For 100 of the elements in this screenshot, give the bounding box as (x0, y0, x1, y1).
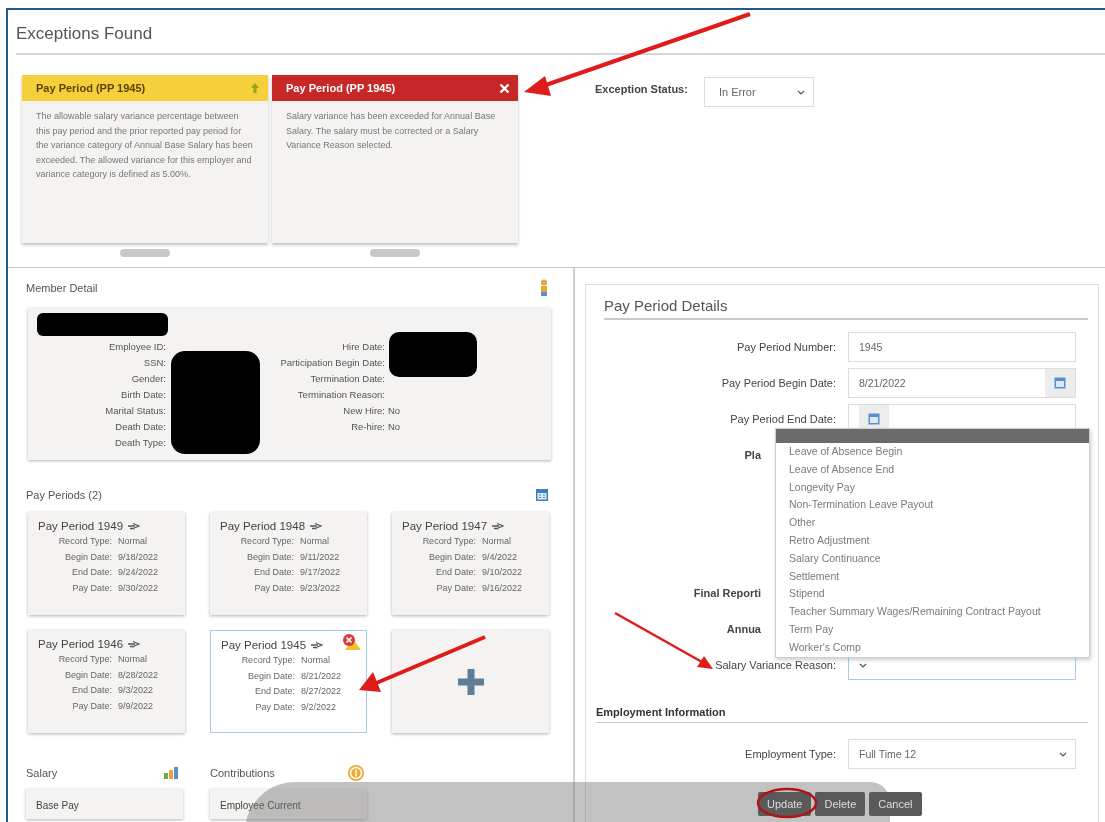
text-field[interactable]: 1945 (848, 332, 1076, 362)
field-label: Re-hire: (350, 421, 385, 434)
card-title: Pay Period 1948 (220, 520, 306, 532)
pay-period-card[interactable]: Pay Period 1948 Record Type: Normal Begin Date: 9/11/2022 End Date: 9/17/2022 Pay Date: 9/23/2022 (210, 512, 367, 615)
dropdown-option[interactable]: Retro Adjustment (776, 532, 1089, 550)
panel-title: Contributions (210, 767, 275, 779)
field-value: 9/2/2022 (301, 700, 337, 714)
pay-period-card[interactable]: Pay Period 1945 Record Type: Normal Begin Date: 8/21/2022 End Date: 8/27/2022 Pay Date: 9/2/2022 (210, 630, 367, 733)
caret-icon (1059, 751, 1067, 757)
dropdown-option[interactable]: Longevity Pay (776, 478, 1089, 497)
add-icon[interactable] (455, 666, 486, 697)
dropdown-option[interactable]: Term Pay (776, 620, 1089, 639)
panel-title: Salary (26, 767, 58, 779)
status-select[interactable]: In Error (703, 77, 814, 107)
field-label: Gender: (130, 373, 166, 386)
field-value: Normal (482, 535, 511, 548)
field-label: End Date: (252, 566, 295, 579)
field-label: Begin Date: (246, 669, 296, 683)
field-label: Pay Date: (71, 581, 113, 595)
card-title: Pay Period 1945 (221, 639, 307, 651)
field-label: Record Type: (240, 654, 296, 667)
field-label: Pay Date: (435, 581, 477, 595)
field-label: Begin Date: (63, 668, 113, 682)
field-label: Begin Date: (63, 550, 113, 564)
field-label: End Date: (70, 684, 113, 697)
calendar-icon (1054, 377, 1066, 389)
arrow-up-icon[interactable] (250, 82, 260, 94)
dropdown-option[interactable]: Leave of Absence End (776, 460, 1089, 479)
field-label: Begin Date: (245, 550, 295, 564)
pay-period-card[interactable]: Pay Period 1949 Record Type: Normal Begin Date: 9/18/2022 End Date: 9/24/2022 Pay Date: 9/30/2022 (28, 512, 185, 615)
exception-title: Pay Period (PP 1945) (286, 82, 396, 94)
field-label: Record Type: (57, 653, 113, 666)
field-value: Normal (301, 654, 330, 667)
field-label: Exception Status: (595, 83, 688, 95)
field-label: Pay Period Number: (736, 341, 836, 353)
field-value: 9/23/2022 (300, 581, 341, 595)
field-value: 9/11/2022 (300, 550, 340, 564)
pointer-icon (127, 522, 141, 530)
dropdown-option[interactable]: Other (776, 514, 1089, 532)
field-label: Pla (744, 449, 761, 461)
field-value: 9/9/2022 (118, 699, 154, 713)
section-title: Exceptions Found (16, 24, 1105, 55)
dropdown-option[interactable]: Salary Continuance (776, 549, 1089, 568)
scroll-thumb[interactable] (370, 249, 420, 257)
card-title: Pay Period 1949 (38, 520, 124, 532)
field-label: Pay Period Begin Date: (721, 377, 836, 389)
panel-title: Pay Periods (2) (26, 489, 102, 501)
dropdown-option[interactable]: Leave of Absence Begin (776, 443, 1089, 461)
card-title: Pay Period 1946 (38, 638, 124, 650)
section-title: Pay Period Details (604, 297, 1088, 320)
pointer-icon (127, 640, 141, 648)
field-label: End Date: (434, 566, 477, 579)
field-value: Normal (300, 535, 329, 548)
field-value: 8/21/2022 (301, 669, 342, 683)
date-field[interactable]: 8/21/2022 (848, 368, 1076, 398)
calendar-button[interactable] (1045, 369, 1075, 397)
field-label: Death Type: (113, 437, 166, 450)
person-icon[interactable] (539, 279, 549, 297)
caret-icon (859, 662, 867, 668)
dropdown-option[interactable]: Non-Termination Leave Payout (776, 496, 1089, 515)
dropdown-option[interactable]: Worker's Comp (776, 638, 1089, 657)
pay-period-card[interactable]: Pay Period 1946 Record Type: Normal Begin Date: 8/28/2022 End Date: 9/3/2022 Pay Date: 9/9/2022 (28, 630, 185, 733)
pay-period-card[interactable]: Pay Period 1947 Record Type: Normal Begin Date: 9/4/2022 End Date: 9/10/2022 Pay Date: 9/16/2022 (392, 512, 549, 615)
dropdown-option[interactable]: Settlement (776, 567, 1089, 586)
scroll-thumb[interactable] (120, 249, 170, 257)
field-label: Pay Period End Date: (730, 413, 836, 425)
pointer-icon (309, 522, 323, 530)
dropdown-option[interactable]: Stipend (776, 585, 1089, 604)
field-label: Pay Date: (253, 581, 295, 595)
exception-message: The allowable salary variance percentage between this pay period and the prior reported pay period for the variance category of Annual Base Salary has been exceeded. The allowed variance for this employer and variance category is defined as 5.00%. (36, 110, 254, 181)
field-value: 9/24/2022 (118, 566, 159, 579)
pointer-icon (491, 522, 505, 530)
close-icon[interactable] (499, 82, 510, 94)
calendar-icon[interactable] (535, 488, 549, 502)
coin-icon[interactable] (347, 764, 365, 782)
field-label: Record Type: (57, 535, 113, 548)
field-label: Annua (726, 623, 761, 635)
field-value: Normal (118, 535, 147, 548)
field-value: Normal (118, 653, 147, 666)
field-value: 9/4/2022 (482, 550, 518, 564)
field-value: No (387, 405, 402, 418)
field-value: 9/30/2022 (118, 581, 159, 595)
action-button[interactable]: Cancel (869, 792, 922, 816)
field-label: Record Type: (421, 535, 477, 548)
field-label: Termination Date: (309, 373, 385, 386)
field-label: Death Date: (114, 421, 166, 434)
field-value: 9/17/2022 (300, 566, 341, 579)
field-label: Begin Date: (427, 550, 477, 564)
card-title: Pay Period 1947 (402, 520, 488, 532)
field-label: Marital Status: (104, 405, 166, 418)
dropdown-option[interactable]: Teacher Summary Wages/Remaining Contract Payout (776, 603, 1089, 621)
field-label: Pay Date: (71, 699, 113, 713)
chart-icon[interactable] (163, 766, 181, 780)
field-label: Employee ID: (107, 341, 166, 354)
action-button[interactable]: Delete (815, 792, 866, 816)
field-label: SSN: (142, 357, 166, 370)
caret-icon (796, 89, 805, 95)
field-label: Birth Date: (120, 389, 166, 402)
select-field[interactable]: Full Time 12 (848, 739, 1076, 769)
add-card[interactable] (392, 630, 549, 733)
